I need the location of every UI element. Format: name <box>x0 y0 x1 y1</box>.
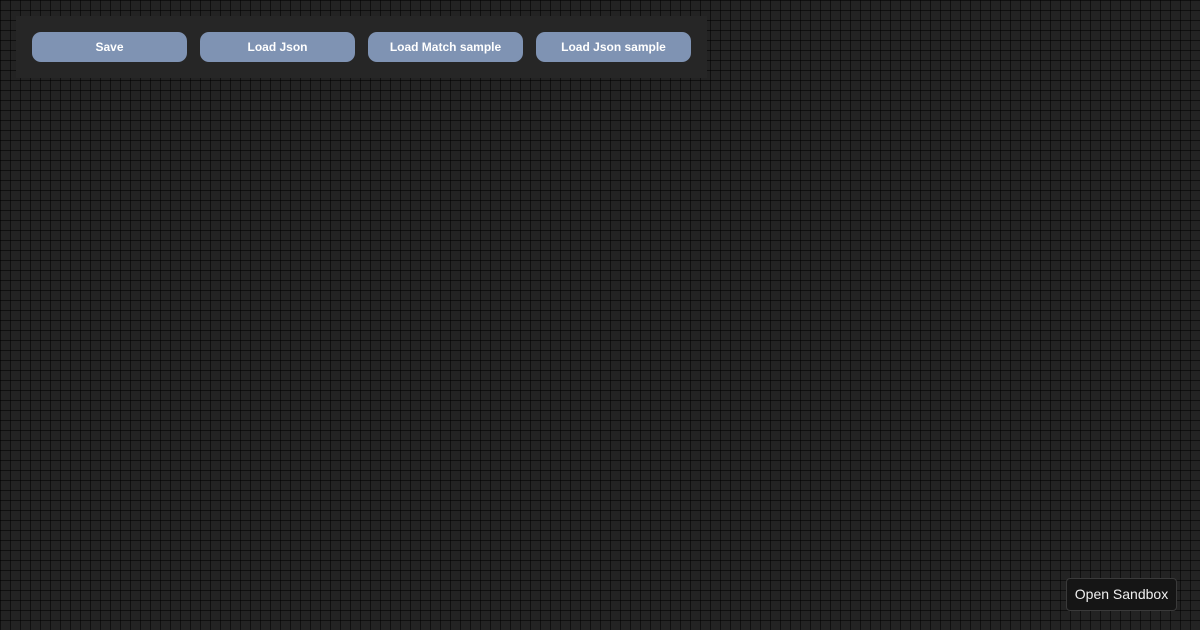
toolbar: Save Load Json Load Match sample Load Js… <box>16 16 707 78</box>
load-match-sample-button[interactable]: Load Match sample <box>368 32 523 62</box>
load-json-sample-button[interactable]: Load Json sample <box>536 32 691 62</box>
save-button[interactable]: Save <box>32 32 187 62</box>
open-sandbox-button[interactable]: Open Sandbox <box>1066 578 1177 611</box>
load-json-button[interactable]: Load Json <box>200 32 355 62</box>
